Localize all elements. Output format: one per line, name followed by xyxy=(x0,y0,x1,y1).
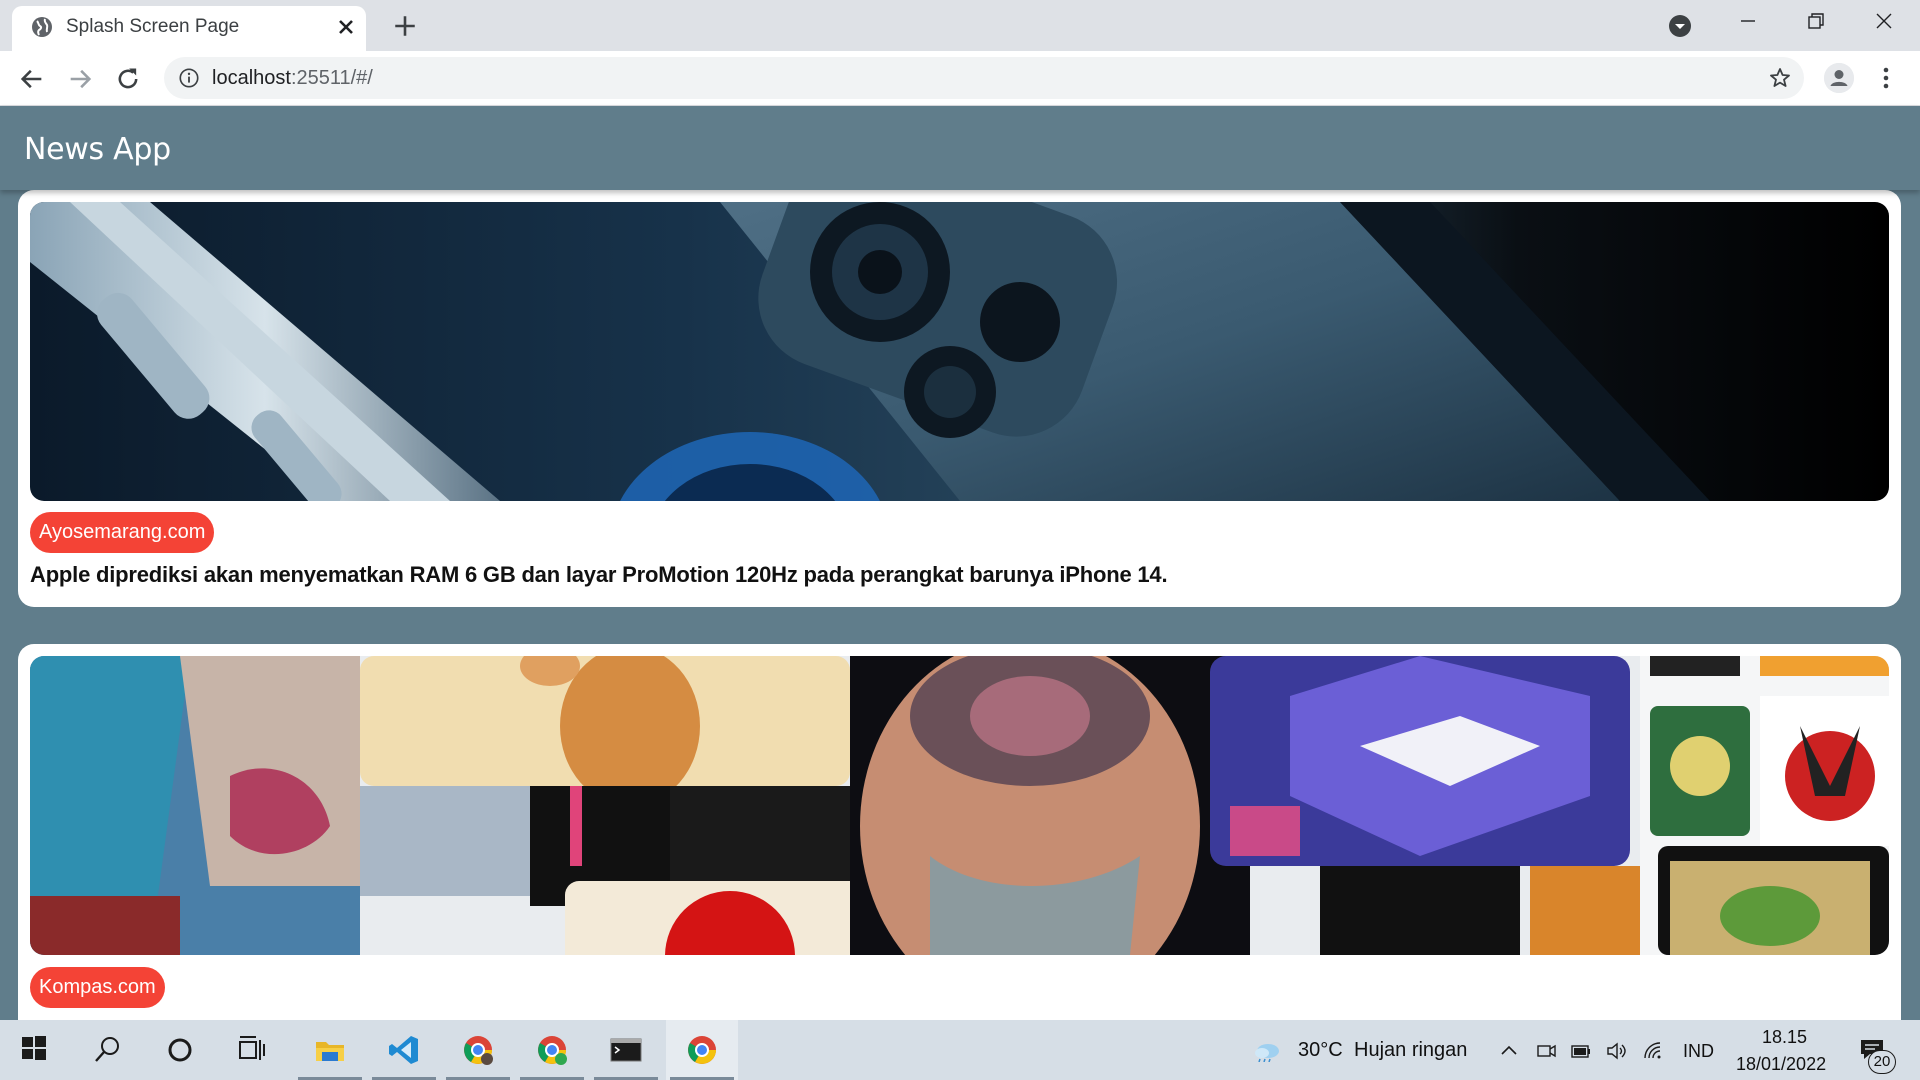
globe-icon xyxy=(32,17,52,37)
window-close-icon[interactable] xyxy=(1872,9,1896,33)
wifi-icon[interactable] xyxy=(1642,1040,1664,1062)
chrome-green-icon xyxy=(538,1036,567,1065)
taskbar-task-view[interactable] xyxy=(216,1020,288,1080)
chevron-up-icon[interactable] xyxy=(1498,1040,1520,1062)
iphone-image xyxy=(30,202,1889,501)
more-menu-icon[interactable] xyxy=(1874,64,1898,92)
news-list[interactable]: Ayosemarang.com Apple diprediksi akan me… xyxy=(0,190,1920,1020)
close-tab-icon[interactable] xyxy=(334,15,358,39)
back-icon[interactable] xyxy=(18,65,46,93)
nft-collage-image xyxy=(30,656,1889,955)
url-path: :25511/#/ xyxy=(290,67,373,89)
new-tab-icon[interactable] xyxy=(392,13,418,39)
browser-tab[interactable]: Splash Screen Page xyxy=(12,6,366,51)
taskbar-chrome-profile[interactable] xyxy=(442,1020,514,1080)
news-card[interactable]: Ayosemarang.com Apple diprediksi akan me… xyxy=(18,190,1901,607)
cortana-icon xyxy=(168,1038,192,1062)
windows-taskbar: 30°C Hujan ringan IND 18.15 18/01/2022 2… xyxy=(0,1020,1920,1080)
search-icon xyxy=(95,1037,119,1062)
weather-desc[interactable]: Hujan ringan xyxy=(1354,1039,1467,1062)
profile-avatar[interactable] xyxy=(1824,63,1854,93)
source-badge[interactable]: Kompas.com xyxy=(30,967,165,1008)
task-view-icon xyxy=(239,1036,265,1060)
url-text[interactable]: localhost:25511/#/ xyxy=(212,67,373,90)
address-bar[interactable]: localhost:25511/#/ xyxy=(164,57,1804,99)
clock-date[interactable]: 18/01/2022 xyxy=(1736,1054,1826,1075)
taskbar-chrome[interactable] xyxy=(666,1020,738,1080)
forward-icon[interactable] xyxy=(66,65,94,93)
taskbar-search[interactable] xyxy=(72,1020,144,1080)
minimize-icon[interactable] xyxy=(1736,9,1760,33)
notification-count: 20 xyxy=(1868,1050,1896,1074)
language-indicator[interactable]: IND xyxy=(1683,1041,1714,1062)
person-icon xyxy=(1824,63,1854,93)
taskbar-cortana[interactable] xyxy=(144,1020,216,1080)
news-card[interactable]: Kompas.com xyxy=(18,644,1901,1020)
tab-search-icon[interactable] xyxy=(1668,14,1692,38)
bookmark-star-icon[interactable] xyxy=(1768,66,1792,90)
tab-strip: Splash Screen Page xyxy=(0,0,1920,51)
taskbar-file-explorer[interactable] xyxy=(294,1020,366,1080)
chrome-profile-icon xyxy=(464,1036,493,1065)
browser-toolbar: localhost:25511/#/ xyxy=(0,51,1920,106)
start-icon xyxy=(22,1036,46,1060)
clock-time[interactable]: 18.15 xyxy=(1762,1027,1807,1048)
url-host: localhost xyxy=(212,67,291,89)
start-button[interactable] xyxy=(0,1020,72,1080)
site-info-icon[interactable] xyxy=(178,67,200,89)
chrome-icon xyxy=(688,1036,716,1064)
terminal-icon xyxy=(610,1038,642,1062)
file-explorer-icon xyxy=(316,1042,344,1061)
meet-now-icon[interactable] xyxy=(1535,1040,1557,1062)
tab-title: Splash Screen Page xyxy=(66,16,240,37)
weather-temp[interactable]: 30°C xyxy=(1298,1039,1343,1062)
volume-icon[interactable] xyxy=(1605,1040,1627,1062)
battery-icon[interactable] xyxy=(1570,1040,1592,1062)
app-title: News App xyxy=(24,132,171,167)
taskbar-vscode[interactable] xyxy=(368,1020,440,1080)
taskbar-chrome-green[interactable] xyxy=(516,1020,588,1080)
app-bar: News App xyxy=(0,106,1920,190)
article-description[interactable]: Apple diprediksi akan menyematkan RAM 6 … xyxy=(30,562,1168,588)
vscode-icon xyxy=(389,1036,418,1064)
weather-cloud-icon[interactable] xyxy=(1252,1040,1282,1062)
reload-icon[interactable] xyxy=(114,65,142,93)
source-badge[interactable]: Ayosemarang.com xyxy=(30,512,215,553)
restore-icon[interactable] xyxy=(1804,9,1828,33)
taskbar-terminal[interactable] xyxy=(590,1020,662,1080)
